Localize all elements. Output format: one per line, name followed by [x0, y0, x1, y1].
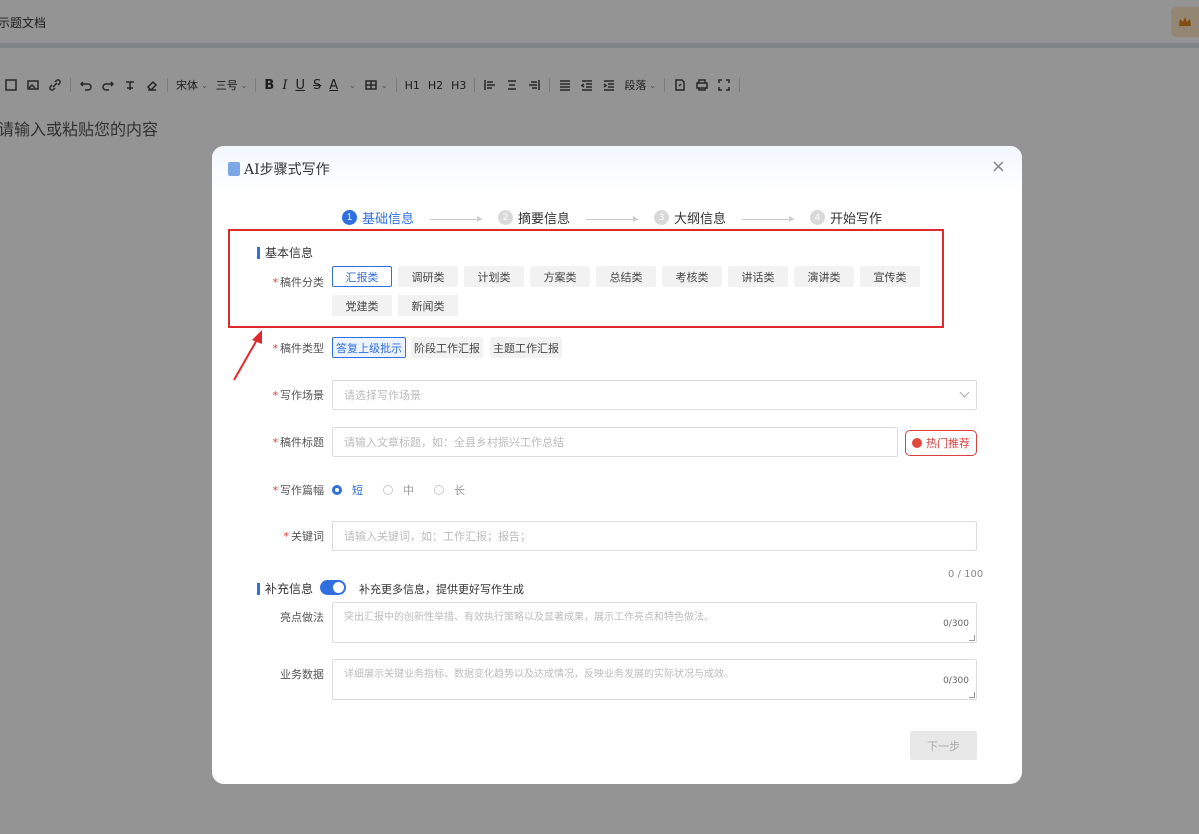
length-radio-medium[interactable]: 中: [383, 482, 414, 498]
modal-header: AI步骤式写作: [212, 146, 1022, 192]
step-label: 基础信息: [362, 212, 415, 227]
required-mark: *: [283, 530, 290, 543]
title-input[interactable]: 请输入文章标题，如：全县乡村振兴工作总结: [332, 427, 898, 457]
step-number: 3: [654, 210, 670, 225]
step-label: 摘要信息: [518, 212, 571, 227]
business-counter: 0/300: [943, 676, 969, 686]
radio-label: 短: [352, 484, 363, 497]
business-textarea[interactable]: 详细展示关键业务指标、数据变化趋势以及达成情况，反映业务发展的实际状况与成效。 …: [332, 659, 977, 700]
extra-info-description: 补充更多信息，提供更好写作生成: [359, 583, 524, 596]
keywords-label: * 关键词: [254, 528, 325, 544]
close-icon[interactable]: ×: [991, 156, 1006, 177]
business-label: 业务数据: [280, 668, 324, 681]
arrow-right-icon: [586, 216, 639, 222]
document-icon: [228, 162, 240, 176]
extra-info-section-title: 补充信息: [257, 580, 313, 597]
highlights-counter: 0/300: [943, 619, 969, 629]
resize-handle-icon[interactable]: [969, 635, 975, 641]
extra-info-toggle[interactable]: [320, 580, 346, 595]
hot-recommend-label: 热门推荐: [926, 437, 970, 450]
step-number: 1: [342, 210, 357, 225]
step-outline-info: 3 大纲信息: [654, 208, 726, 227]
radio-icon: [383, 485, 393, 495]
arrow-right-icon: [430, 216, 483, 222]
scene-label: * 写作场景: [254, 387, 325, 403]
annotation-highlight-box: [228, 229, 944, 328]
radio-label: 中: [403, 484, 414, 497]
required-mark: *: [272, 389, 279, 402]
type-chip[interactable]: 答复上级批示: [332, 337, 406, 358]
hot-recommend-button[interactable]: 热门推荐: [905, 430, 977, 456]
step-number: 4: [810, 210, 826, 225]
type-chip[interactable]: 阶段工作汇报: [411, 337, 483, 358]
step-number: 2: [498, 210, 514, 225]
radio-label: 长: [454, 484, 465, 497]
keywords-input[interactable]: 请输入关键词，如：工作汇报；报告；: [332, 521, 977, 551]
length-radio-long[interactable]: 长: [434, 482, 465, 498]
modal-title: AI步骤式写作: [244, 162, 330, 178]
title-label-text: 稿件标题: [280, 436, 324, 449]
scene-select[interactable]: 请选择写作场景: [332, 380, 977, 410]
required-mark: *: [272, 484, 279, 497]
keywords-label-text: 关键词: [291, 530, 324, 543]
arrow-right-icon: [742, 216, 795, 222]
business-placeholder: 详细展示关键业务指标、数据变化趋势以及达成情况，反映业务发展的实际状况与成效。: [344, 669, 734, 680]
scene-label-text: 写作场景: [280, 389, 324, 402]
fire-icon: [912, 438, 922, 448]
length-label-text: 写作篇幅: [280, 484, 324, 497]
section-marker: [257, 582, 260, 595]
annotation-arrow-icon: [233, 330, 262, 381]
keywords-placeholder: 请输入关键词，如：工作汇报；报告；: [344, 530, 531, 543]
highlights-placeholder: 突出汇报中的创新性举措、有效执行策略以及显著成果，展示工作亮点和特色做法。: [344, 612, 714, 623]
step-indicator: 1 基础信息 2 摘要信息 3 大纲信息 4 开始写作: [342, 208, 882, 227]
step-start-writing: 4 开始写作: [810, 208, 882, 227]
length-radio-short[interactable]: 短: [332, 482, 363, 498]
toggle-knob: [333, 582, 344, 593]
step-basic-info: 1 基础信息: [342, 208, 414, 227]
step-label: 开始写作: [830, 212, 883, 227]
type-label-text: 稿件类型: [280, 342, 324, 355]
step-summary-info: 2 摘要信息: [498, 208, 570, 227]
length-label: * 写作篇幅: [254, 482, 325, 498]
scene-placeholder: 请选择写作场景: [344, 389, 421, 402]
keywords-counter: 0 / 100: [948, 569, 984, 580]
required-mark: *: [272, 342, 279, 355]
chevron-down-icon: [959, 387, 970, 398]
radio-icon: [332, 485, 342, 495]
type-chip[interactable]: 主题工作汇报: [490, 337, 562, 358]
section-title-text: 补充信息: [265, 582, 314, 596]
radio-icon: [434, 485, 444, 495]
title-placeholder: 请输入文章标题，如：全县乡村振兴工作总结: [344, 436, 564, 449]
highlights-label: 亮点做法: [280, 611, 324, 624]
required-mark: *: [272, 436, 279, 449]
resize-handle-icon[interactable]: [969, 692, 975, 698]
title-label: * 稿件标题: [254, 434, 325, 450]
step-label: 大纲信息: [674, 212, 727, 227]
next-step-button[interactable]: 下一步: [910, 731, 977, 760]
highlights-textarea[interactable]: 突出汇报中的创新性举措、有效执行策略以及显著成果，展示工作亮点和特色做法。 0/…: [332, 602, 977, 643]
